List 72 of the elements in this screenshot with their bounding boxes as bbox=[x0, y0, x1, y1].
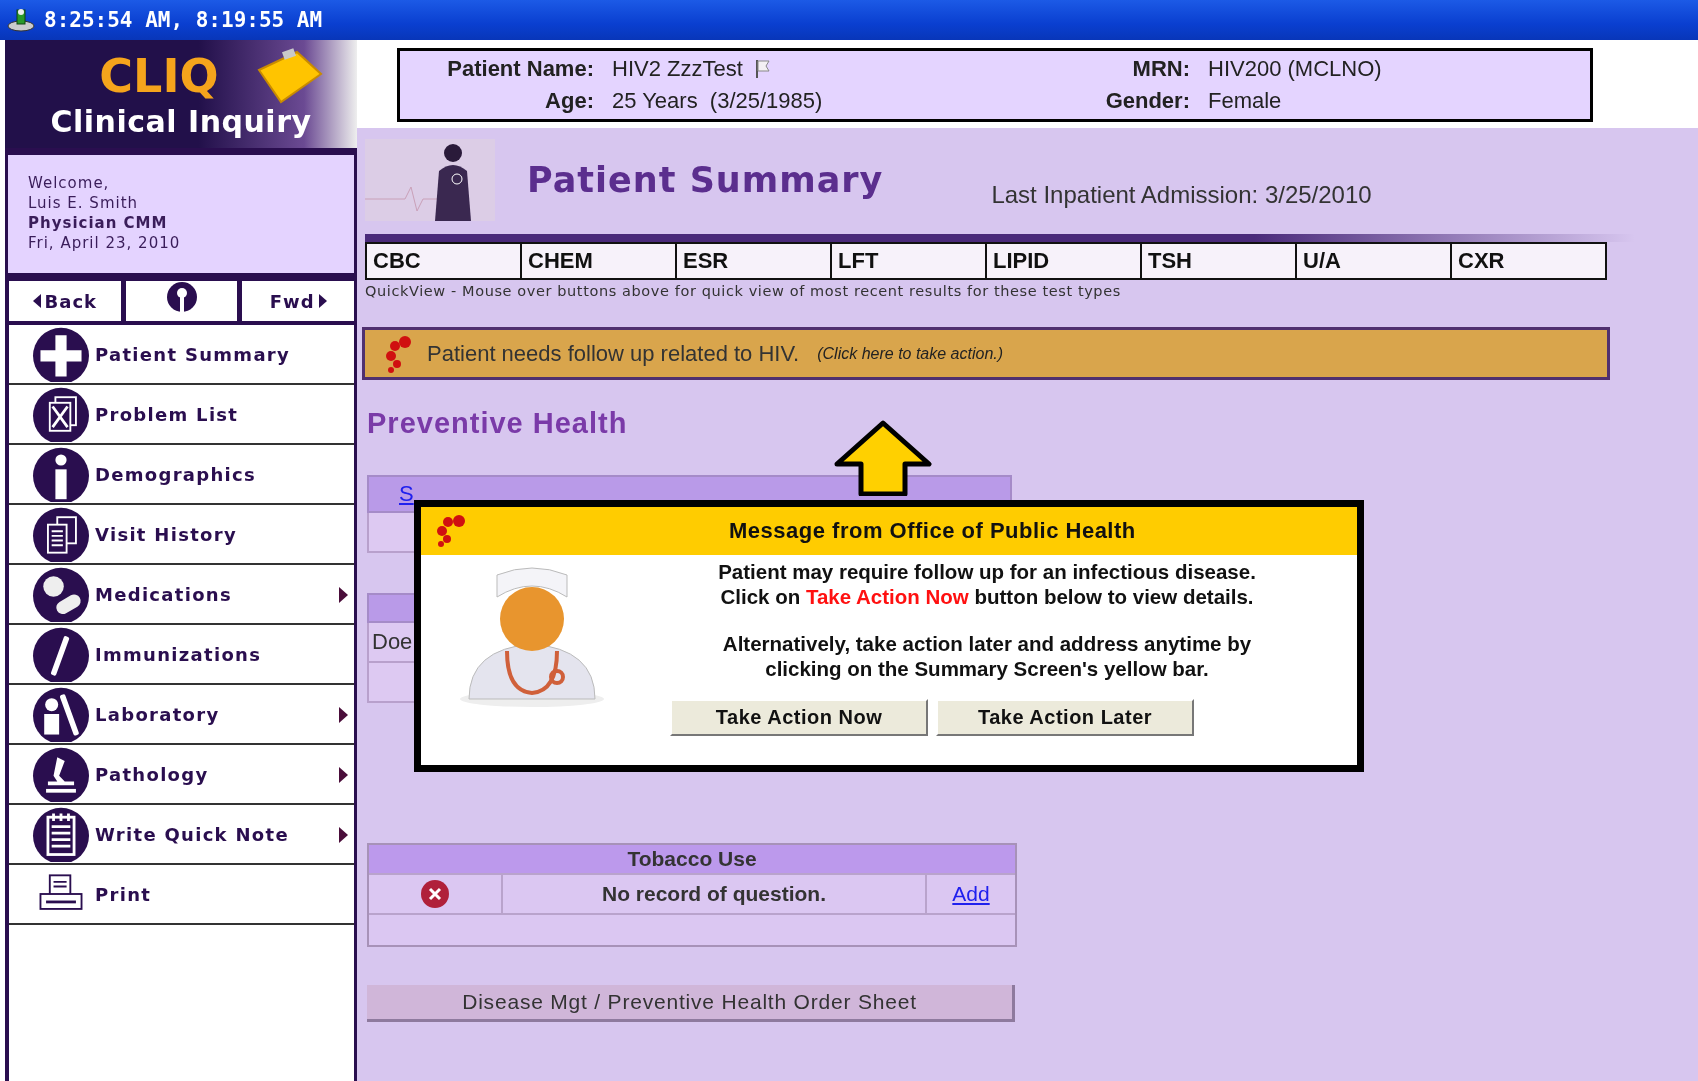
sidebar-item-label: Demographics bbox=[95, 463, 257, 485]
dialog-message: Patient may require follow up for an infectious disease. bbox=[718, 559, 1256, 584]
dialog-title: Message from Office of Public Health bbox=[729, 518, 1136, 544]
field-label: MRN: bbox=[1131, 56, 1191, 82]
logo-subtitle: Clinical Inquiry bbox=[50, 104, 312, 140]
test-button[interactable]: ESR bbox=[675, 244, 830, 278]
sidebar-item[interactable]: Visit History bbox=[9, 505, 354, 565]
sidebar-item-label: Print bbox=[95, 883, 152, 905]
welcome-text: Welcome, bbox=[28, 173, 111, 193]
table-header: Tobacco Use bbox=[369, 845, 1015, 873]
sidebar-item[interactable]: Laboratory bbox=[9, 685, 354, 745]
field-value: Female bbox=[1208, 88, 1282, 114]
sidebar-item-label: Problem List bbox=[95, 403, 239, 425]
test-button[interactable]: CHEM bbox=[520, 244, 675, 278]
dialog-note: Alternatively, take action later and address anytime by clicking on the Summary Screen's yellow bar. bbox=[721, 631, 1253, 681]
alert-bar[interactable]: Patient needs follow up related to HIV. (Click here to take action.) bbox=[362, 327, 1610, 380]
sidebar-item-label: Immunizations bbox=[95, 643, 262, 665]
window-title: 8:25:54 AM, 8:19:55 AM bbox=[44, 8, 323, 32]
test-button[interactable]: U/A bbox=[1295, 244, 1450, 278]
logo-title: CLIQ bbox=[99, 51, 219, 101]
sidebar-item[interactable]: Demographics bbox=[9, 445, 354, 505]
submenu-arrow-icon bbox=[339, 707, 348, 723]
submenu-arrow-icon bbox=[339, 587, 348, 603]
field-label: Gender: bbox=[1104, 88, 1191, 114]
submenu-arrow-icon bbox=[339, 827, 348, 843]
status-text: No record of question. bbox=[602, 882, 826, 906]
home-button[interactable] bbox=[125, 281, 238, 321]
field-value: 25 Years (3/25/1985) bbox=[612, 88, 823, 114]
quickview-hint: QuickView - Mouse over buttons above for quick view of most recent results for these test types bbox=[365, 283, 1122, 299]
test-button[interactable]: TSH bbox=[1140, 244, 1295, 278]
field-value: HIV2 ZzzTest bbox=[612, 56, 743, 82]
up-arrow-icon bbox=[833, 420, 933, 496]
test-button[interactable]: LFT bbox=[830, 244, 985, 278]
forward-button[interactable]: Fwd bbox=[242, 281, 354, 321]
sidebar-item[interactable]: Write Quick Note bbox=[9, 805, 354, 865]
add-link[interactable]: Add bbox=[952, 882, 990, 906]
test-button[interactable]: CXR bbox=[1450, 244, 1605, 278]
back-button[interactable]: Back bbox=[9, 281, 121, 321]
last-admission: Last Inpatient Admission: 3/25/2010 bbox=[991, 181, 1372, 209]
sidebar-item-label: Visit History bbox=[95, 523, 237, 545]
table-cell: Doe bbox=[372, 629, 413, 655]
sidebar-item-label: Pathology bbox=[95, 763, 209, 785]
dialog-button[interactable]: Take Action Later bbox=[936, 699, 1194, 736]
sidebar-item[interactable]: Immunizations bbox=[9, 625, 354, 685]
sidebar-item[interactable]: Problem List bbox=[9, 385, 354, 445]
field-label: Age: bbox=[544, 88, 595, 114]
table-link[interactable]: S bbox=[399, 481, 414, 507]
section-title: Preventive Health bbox=[367, 407, 629, 440]
field-value: HIV200 (MCLNO) bbox=[1208, 56, 1382, 82]
test-button[interactable]: CBC bbox=[367, 244, 520, 278]
computer-icon bbox=[6, 7, 36, 33]
user-role: Physician CMM bbox=[28, 213, 169, 233]
dots-icon bbox=[383, 334, 413, 373]
submenu-arrow-icon bbox=[339, 767, 348, 783]
sidebar-item-label: Laboratory bbox=[95, 703, 220, 725]
sidebar-item-label: Write Quick Note bbox=[95, 823, 289, 845]
dialog-button[interactable]: Take Action Now bbox=[670, 699, 928, 736]
sidebar-item-label: Medications bbox=[95, 583, 232, 605]
alert-action-hint: (Click here to take action.) bbox=[817, 344, 1004, 363]
page-title: Patient Summary bbox=[527, 160, 884, 200]
error-icon bbox=[420, 879, 450, 909]
sidebar-item[interactable]: Patient Summary bbox=[9, 325, 354, 385]
dialog-message: Click on Take Action Now button below to view details. bbox=[720, 584, 1254, 609]
test-button[interactable]: LIPID bbox=[985, 244, 1140, 278]
alert-message: Patient needs follow up related to HIV. bbox=[427, 340, 800, 367]
sidebar-item-label: Patient Summary bbox=[95, 343, 291, 365]
current-date: Fri, April 23, 2010 bbox=[28, 233, 182, 253]
field-label: Patient Name: bbox=[446, 56, 595, 82]
order-sheet-button[interactable]: Disease Mgt / Preventive Health Order Sheet bbox=[367, 985, 1015, 1022]
sidebar-item[interactable]: Pathology bbox=[9, 745, 354, 805]
user-name: Luis E. Smith bbox=[28, 193, 140, 213]
sidebar-item[interactable]: Medications bbox=[9, 565, 354, 625]
